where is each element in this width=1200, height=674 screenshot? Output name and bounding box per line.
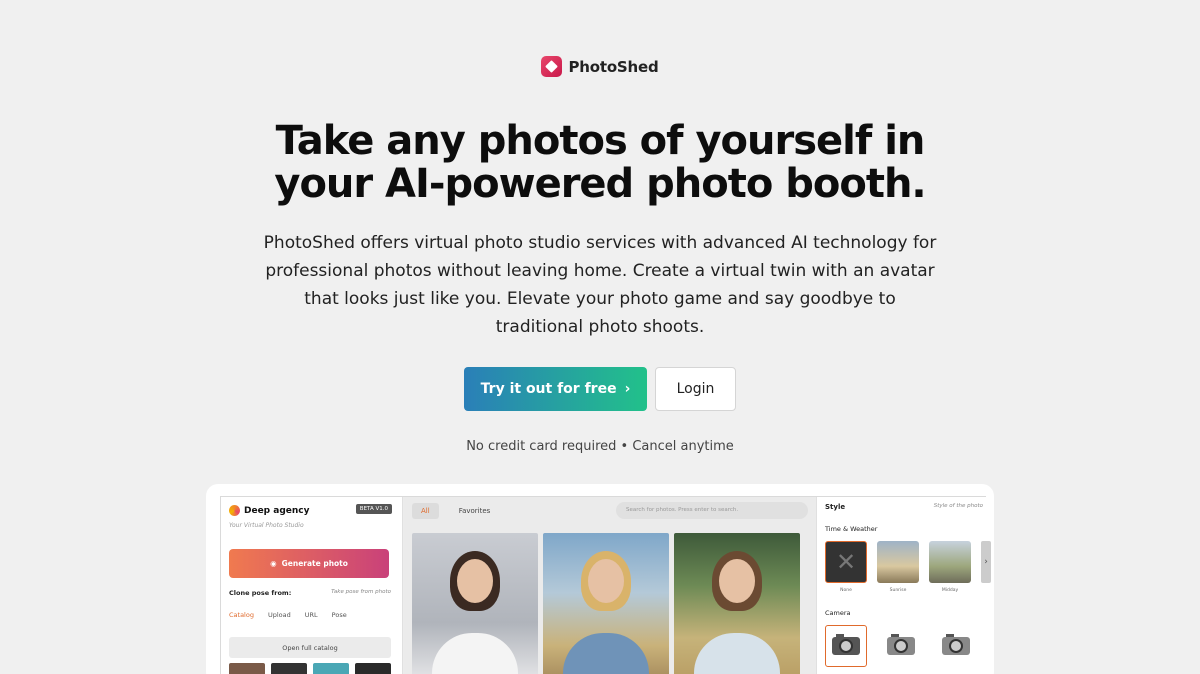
tab-catalog[interactable]: Catalog [229,611,254,619]
try-free-label: Try it out for free [480,381,617,397]
camera-icon [832,634,860,655]
beta-badge: BETA V1.0 [355,504,392,514]
style-hint: Style of the photo [933,503,983,509]
style-panel: Style Style of the photo Time & Weather … [816,497,991,674]
photo-body [694,633,780,674]
generated-photo[interactable] [543,533,669,674]
hero-subtitle: PhotoShed offers virtual photo studio se… [263,233,937,337]
left-panel: Deep agency Your Virtual Photo Studio BE… [221,497,403,674]
clone-pose-title: Clone pose from: [229,589,292,597]
camera-option[interactable] [880,625,922,667]
login-button[interactable]: Login [655,367,736,411]
style-header: Style Style of the photo [825,503,983,511]
pose-thumbnail[interactable] [271,663,307,674]
photo-face [719,559,755,603]
camera-option[interactable] [935,625,977,667]
clone-pose-header: Clone pose from: Take pose from photo [229,589,391,597]
time-weather-options: ✕ › [825,541,991,583]
hero-title: Take any photos of yourself in your AI-p… [0,120,1200,206]
pose-thumbnails [229,663,391,674]
hero-title-line-1: Take any photos of yourself in [275,118,926,164]
photo-search-input[interactable]: Search for photos. Press enter to search… [616,502,808,519]
tab-all[interactable]: All [412,503,439,519]
gallery-panel: All Favorites Search for photos. Press e… [404,497,816,674]
logo-text: PhotoShed [568,57,659,76]
time-weather-labels: None Sunrise Midday [825,588,971,593]
app-preview: Deep agency Your Virtual Photo Studio BE… [206,484,994,674]
close-icon: ✕ [835,548,857,576]
tab-pose[interactable]: Pose [332,611,347,619]
chevron-right-icon[interactable]: › [981,541,991,583]
generate-photo-label: Generate photo [281,559,348,568]
tab-favorites[interactable]: Favorites [459,507,491,515]
clone-pose-hint: Take pose from photo [331,589,391,595]
app-brand-name: Deep agency [244,505,310,516]
try-free-button[interactable]: Try it out for free › [464,367,647,411]
open-catalog-button[interactable]: Open full catalog [229,637,391,658]
photo-body [432,633,518,674]
app-window: Deep agency Your Virtual Photo Studio BE… [220,496,991,674]
generate-photo-button[interactable]: ◉ Generate photo [229,549,389,578]
cta-row: Try it out for free › Login [0,367,1200,411]
time-weather-label-sunrise: Sunrise [889,588,907,593]
deep-agency-logo-icon [229,505,240,516]
chevron-right-icon: › [624,381,631,397]
generated-photo[interactable] [674,533,800,674]
photo-face [588,559,624,603]
photo-body [563,633,649,674]
pose-thumbnail[interactable] [229,663,265,674]
camera-icon: ◉ [270,559,277,568]
pose-thumbnail[interactable] [355,663,391,674]
camera-label: Camera [825,609,851,617]
tab-url[interactable]: URL [305,611,318,619]
time-weather-label-none: None [840,588,852,593]
clone-tabs: Catalog Upload URL Pose [229,611,347,619]
hero-title-line-2: your AI-powered photo booth. [274,161,926,207]
tab-upload[interactable]: Upload [268,611,291,619]
photoshed-logo-icon [541,56,563,77]
pose-thumbnail[interactable] [313,663,349,674]
time-weather-midday[interactable] [929,541,971,583]
generated-photo[interactable] [412,533,538,674]
camera-options [825,625,977,667]
camera-icon [942,634,970,655]
time-weather-none[interactable]: ✕ [825,541,867,583]
app-brand: Deep agency [229,505,309,516]
cta-note: No credit card required • Cancel anytime [466,439,734,454]
camera-option[interactable] [825,625,867,667]
logo[interactable]: PhotoShed [0,56,1200,77]
photo-face [457,559,493,603]
photo-grid [412,533,800,674]
style-title: Style [825,503,846,511]
gallery-tabs: All Favorites [412,503,490,519]
app-brand-tagline: Your Virtual Photo Studio [229,522,304,529]
time-weather-label-midday: Midday [941,588,959,593]
camera-icon [887,634,915,655]
time-weather-label: Time & Weather [825,525,878,533]
time-weather-sunrise[interactable] [877,541,919,583]
